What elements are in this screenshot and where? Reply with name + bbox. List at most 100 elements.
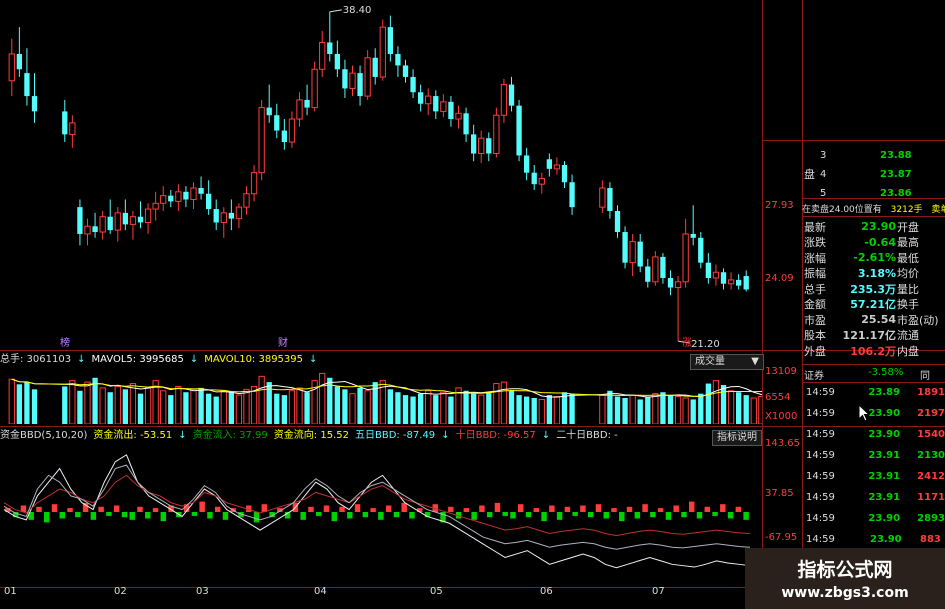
candle-body [205,193,212,210]
candle-body [183,191,189,200]
volume-bar [387,389,394,424]
candle-body [327,42,333,54]
ask-level-row[interactable]: 3 23.88 [802,146,945,165]
bbd-bar [518,504,524,512]
bbd-bar [354,504,361,512]
bbd-bar [696,512,703,519]
divider [802,364,945,365]
candle-body [433,96,439,112]
volume-bar [213,396,219,424]
candle-body [190,187,197,200]
tick-row: 14:59 23.90 2197 [806,403,945,424]
candle-body [107,216,113,231]
volume-bar [205,393,212,424]
tick-row: 14:59 23.90 2893 [806,508,945,529]
candle-body [531,172,537,185]
volume-bar [92,377,98,424]
bbd-bar [44,512,50,523]
volume-bar [175,385,182,425]
bbd-bar [137,506,143,512]
candlestick-chart[interactable]: 38.40 21.20 榜 财 涨 [0,0,762,350]
volume-bar [470,393,477,424]
bbd-bar [735,506,742,512]
candle-body [448,101,454,120]
volume-bar [690,399,696,424]
candle-body [349,72,356,89]
tick-volume: 2412 [917,471,945,482]
bbd-bar [448,506,454,512]
bbd-title: 资金BBD(5,10,20) [0,430,88,441]
volume-chart[interactable] [0,368,780,425]
bbd-bar [587,512,594,518]
bbd-chart[interactable] [0,444,762,586]
candle-body [652,256,659,283]
date-label: 03 [196,586,209,597]
volume-bar [637,399,643,424]
volume-bar [750,397,757,425]
tick-time: 14:59 [806,450,835,461]
bbd-bar [129,512,135,520]
volume-axis-label: 6554 [765,392,791,403]
candle-body [387,27,394,54]
bbd-bar [681,512,687,518]
volume-bar [144,387,152,425]
candle-body [334,53,341,70]
bbd-bar [51,504,58,512]
ask-level-row[interactable]: 5 23.86 [802,184,945,203]
candle-body [569,182,575,208]
arrow-down-icon: ↓ [541,430,551,441]
candle-body [478,137,485,155]
stat-value: 235.3万 [850,282,896,296]
ask-price: 23.88 [880,150,912,161]
candle-body [417,92,424,104]
volume-bar [288,390,296,425]
volume-bar [463,390,469,424]
candle-body [129,216,137,225]
stat-key: 流通 [897,329,919,343]
event-marker: 财 [278,336,288,349]
bbd-bar [393,512,400,518]
bbd-bar [727,512,734,519]
volume-bar [190,388,197,425]
candle-body [235,206,243,220]
candlestick-svg: 38.40 21.20 榜 财 涨 [8,5,749,350]
stat-key: 开盘 [897,220,919,234]
stat-row: 金额 57.21亿 换手 [804,297,945,313]
bbd-bar [113,505,120,512]
bbd-svg [3,454,751,569]
tick-price: 23.90 [868,429,901,440]
bbd-bar [385,505,392,512]
bbd-bar [36,506,42,512]
tick-price: 23.89 [868,387,901,398]
tick-list[interactable]: 14:59 23.89 1891 14:59 23.90 2197 14:59 23.90… [806,382,945,550]
candle-body [137,216,144,223]
volume-bar [682,397,689,425]
volume-bar [417,393,424,424]
ask-level-row[interactable]: 4 23.87 [802,165,945,184]
candle-body [84,225,91,235]
candle-body [220,212,227,223]
candle-body [304,99,310,108]
bbd-bar [603,512,609,519]
date-label: 06 [540,586,553,597]
candle-body [720,272,727,284]
volume-bar [546,395,553,424]
volume-bar [720,385,727,424]
candle-body [281,130,288,143]
watermark-logo: 指标公式网 www.zbgs3.com [745,548,945,609]
candle-body [561,165,568,183]
candle-body [31,96,38,112]
volume-bar [425,390,432,425]
bbd-5day: 五日BBD: -87.49 [354,430,436,441]
tick-time: 14:59 [806,429,835,440]
bbd-bar [409,512,415,519]
volume-bar [357,387,363,424]
stat-key: 市盈 [804,313,826,327]
candle-body [546,159,553,169]
stat-row: 最新 23.90 开盘 [804,219,945,235]
quote-sidebar: 3 23.88 4 23.87 5 23.86 盘 在卖盘24.00位置有 32… [802,140,945,609]
tick-time: 14:59 [806,492,835,503]
candle-body [198,187,204,194]
bbd-bar [222,512,229,520]
stat-key: 涨幅 [804,251,826,265]
